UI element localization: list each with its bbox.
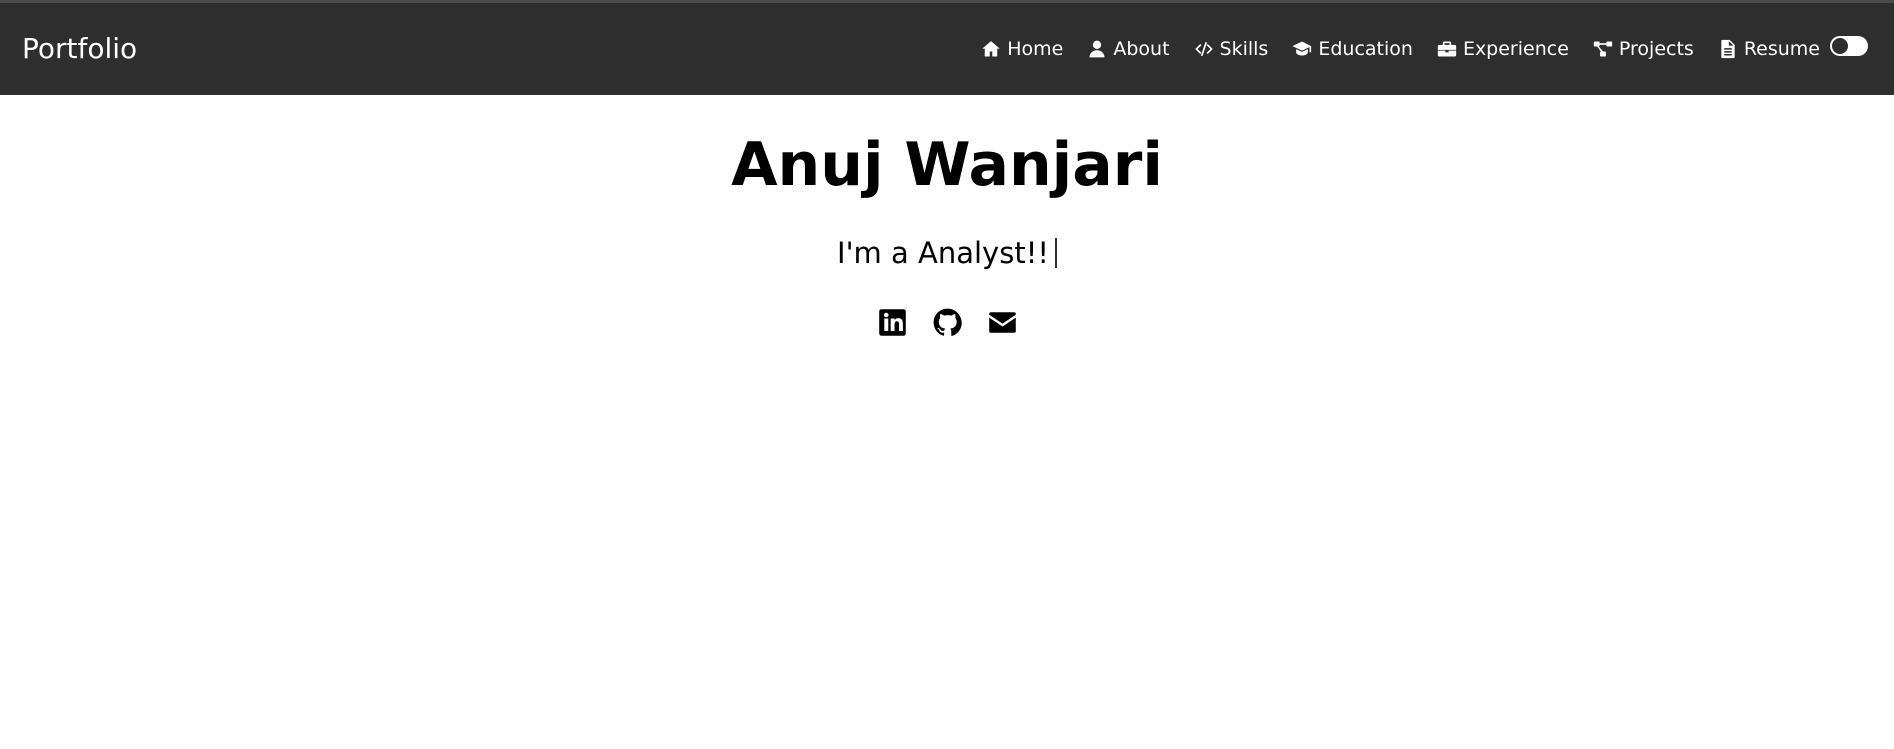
file-icon [1721, 39, 1735, 59]
brand-link[interactable]: Portfolio [22, 3, 137, 95]
social-links [0, 308, 1894, 337]
theme-toggle[interactable] [1830, 36, 1868, 56]
nav-item-label: Projects [1618, 38, 1694, 60]
code-icon [1194, 41, 1213, 57]
linkedin-link[interactable] [878, 308, 907, 337]
hero-role: I'm a Analyst!! [0, 235, 1894, 271]
hero-name: Anuj Wanjari [731, 130, 1163, 200]
nav-item-label: Resume [1743, 38, 1820, 60]
navbar: Portfolio Home About Skills Education Ex… [0, 3, 1894, 95]
graduation-cap-icon [1292, 41, 1312, 56]
briefcase-icon [1437, 41, 1457, 57]
nav-item-experience[interactable]: Experience [1437, 38, 1569, 60]
nav-item-skills[interactable]: Skills [1194, 38, 1269, 60]
toggle-knob [1832, 38, 1848, 54]
nav-item-about[interactable]: About [1087, 38, 1170, 60]
linkedin-icon [878, 309, 906, 336]
nav-item-label: About [1113, 38, 1170, 60]
email-link[interactable] [988, 308, 1017, 337]
nav-item-label: Home [1007, 38, 1064, 60]
envelope-icon [988, 312, 1016, 333]
nav-item-home[interactable]: Home [981, 38, 1063, 60]
nav-item-resume[interactable]: Resume [1718, 38, 1820, 60]
nav-menu: Home About Skills Education Experience P… [957, 3, 1820, 95]
user-icon [1089, 40, 1105, 58]
hero-role-text: I'm a Analyst!! [837, 236, 1049, 270]
github-icon [933, 308, 962, 336]
project-diagram-icon [1593, 41, 1613, 57]
nav-item-label: Education [1318, 38, 1413, 60]
typing-cursor [1054, 238, 1057, 268]
nav-item-label: Experience [1462, 38, 1569, 60]
home-icon [982, 41, 1000, 57]
nav-item-label: Skills [1219, 38, 1269, 60]
nav-item-projects[interactable]: Projects [1593, 38, 1694, 60]
github-link[interactable] [933, 308, 962, 337]
nav-item-education[interactable]: Education [1292, 38, 1413, 60]
